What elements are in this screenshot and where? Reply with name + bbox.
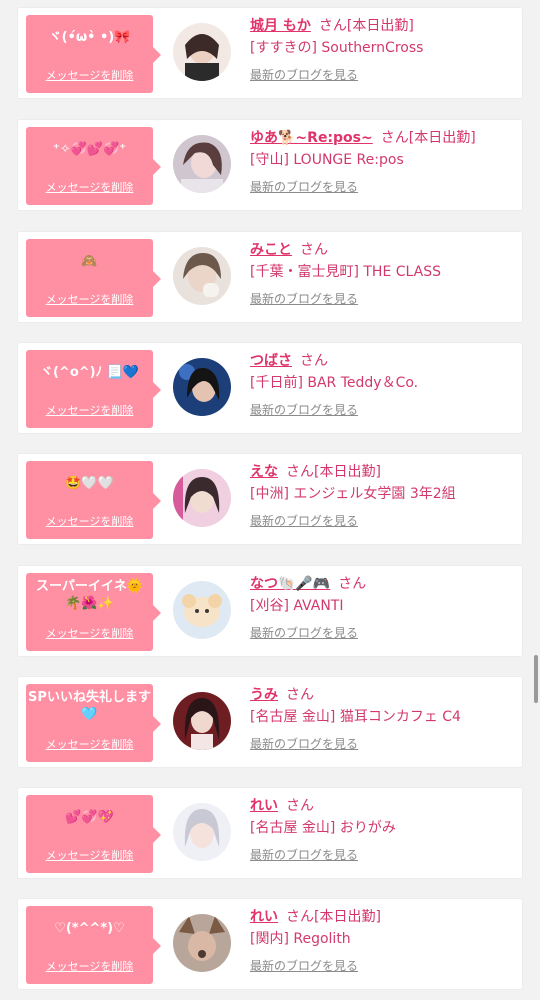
honorific: さん [300, 242, 328, 258]
message-bubble: 🙈 メッセージを削除 [26, 239, 161, 317]
shop-location: [関内] Regolith [250, 931, 351, 947]
cast-name-link[interactable]: つばさ [250, 353, 292, 369]
shop-location: [刈谷] AVANTI [250, 598, 344, 614]
avatar[interactable] [173, 469, 231, 527]
delete-message-link[interactable]: メッセージを削除 [26, 67, 153, 83]
delete-message-link[interactable]: メッセージを削除 [26, 513, 153, 529]
message-bubble: ヾ(•́ω•̀ •)🎀 メッセージを削除 [26, 15, 161, 93]
cast-name-link[interactable]: なつ🐚🎤🎮 [250, 576, 330, 592]
latest-blog-link[interactable]: 最新のブログを見る [250, 845, 514, 865]
list-item: 💕💞💖 メッセージを削除 れい さん [名古屋 金山] おりがみ 最新のブログを見… [18, 788, 522, 878]
list-item: スーパーイイネ🌞🌴🌺✨ メッセージを削除 なつ🐚🎤🎮 さん [刈谷] AVANTI… [18, 566, 522, 656]
message-text: ヾ(•́ω•̀ •)🎀 [48, 30, 131, 45]
honorific: さん [318, 18, 347, 34]
list-item: 🤩🤍🤍 メッセージを削除 えな さん[本日出勤] [中洲] エンジェル女学園 3年… [18, 454, 522, 544]
cast-name-link[interactable]: えな [250, 464, 278, 480]
honorific: さん [300, 353, 328, 369]
avatar[interactable] [173, 914, 231, 972]
list-item: ヾ(•́ω•̀ •)🎀 メッセージを削除 城月 もか さん[本日出勤] [すすきの… [18, 8, 522, 98]
list-item: ⁺✧💞💕💞⁺ メッセージを削除 ゆあ🐕~Re:pos~ さん[本日出勤] [守山]… [18, 120, 522, 210]
status-text: [本日出勤] [314, 464, 381, 480]
latest-blog-link[interactable]: 最新のブログを見る [250, 623, 514, 643]
cast-name-link[interactable]: れい [250, 909, 278, 925]
cast-name-link[interactable]: みこと [250, 242, 292, 258]
cast-name-link[interactable]: 城月 もか [250, 18, 311, 34]
delete-message-link[interactable]: メッセージを削除 [26, 847, 153, 863]
delete-message-link[interactable]: メッセージを削除 [26, 402, 153, 418]
message-text: 🤩🤍🤍 [65, 476, 114, 491]
honorific: さん [338, 576, 367, 592]
list-item: ♡(*^^*)♡ メッセージを削除 れい さん[本日出勤] [関内] Regoli… [18, 899, 522, 989]
delete-message-link[interactable]: メッセージを削除 [26, 291, 153, 307]
message-text: 🙈 [81, 254, 98, 269]
shop-location: [守山] LOUNGE Re:pos [250, 152, 404, 168]
message-text: SPいいね失礼します🩵 [28, 690, 151, 722]
scrollbar[interactable] [534, 655, 538, 703]
cast-name-link[interactable]: ゆあ🐕~Re:pos~ [250, 130, 373, 146]
avatar[interactable] [173, 581, 231, 639]
shop-location: [すすきの] SouthernCross [250, 40, 424, 56]
latest-blog-link[interactable]: 最新のブログを見る [250, 734, 514, 754]
shop-location: [名古屋 金山] おりがみ [250, 820, 396, 836]
message-text: ヾ(^o^)ﾉ 📃💙 [40, 365, 139, 380]
shop-location: [千葉・富士見町] THE CLASS [250, 264, 441, 280]
delete-message-link[interactable]: メッセージを削除 [26, 179, 153, 195]
list-item: ヾ(^o^)ﾉ 📃💙 メッセージを削除 つばさ さん [千日前] BAR Tedd… [18, 343, 522, 433]
latest-blog-link[interactable]: 最新のブログを見る [250, 289, 514, 309]
shop-location: [千日前] BAR Teddy＆Co. [250, 375, 419, 391]
delete-message-link[interactable]: メッセージを削除 [26, 736, 153, 752]
avatar[interactable] [173, 803, 231, 861]
latest-blog-link[interactable]: 最新のブログを見る [250, 511, 514, 531]
message-text: ⁺✧💞💕💞⁺ [52, 142, 127, 157]
honorific: さん [286, 687, 314, 703]
list-item: SPいいね失礼します🩵 メッセージを削除 うみ さん [名古屋 金山] 猫耳コンカ… [18, 677, 522, 767]
cast-name-link[interactable]: うみ [250, 687, 278, 703]
latest-blog-link[interactable]: 最新のブログを見る [250, 956, 514, 976]
delete-message-link[interactable]: メッセージを削除 [26, 958, 153, 974]
message-text: ♡(*^^*)♡ [54, 921, 125, 936]
status-text: [本日出勤] [346, 18, 414, 34]
honorific: さん [286, 909, 314, 925]
message-text: 💕💞💖 [65, 810, 114, 825]
avatar[interactable] [173, 358, 231, 416]
status-text: [本日出勤] [314, 909, 381, 925]
message-text: スーパーイイネ🌞🌴🌺✨ [35, 579, 144, 611]
shop-location: [中洲] エンジェル女学園 3年2組 [250, 486, 456, 502]
delete-message-link[interactable]: メッセージを削除 [26, 625, 153, 641]
latest-blog-link[interactable]: 最新のブログを見る [250, 400, 514, 420]
latest-blog-link[interactable]: 最新のブログを見る [250, 65, 514, 85]
status-text: [本日出勤] [408, 130, 476, 146]
message-bubble: 🤩🤍🤍 メッセージを削除 [26, 461, 161, 539]
message-bubble: スーパーイイネ🌞🌴🌺✨ メッセージを削除 [26, 573, 161, 651]
message-bubble: ♡(*^^*)♡ メッセージを削除 [26, 906, 161, 984]
honorific: さん [286, 798, 314, 814]
list-item: 🙈 メッセージを削除 みこと さん [千葉・富士見町] THE CLASS 最新の… [18, 232, 522, 322]
honorific: さん [380, 130, 409, 146]
avatar[interactable] [173, 135, 231, 193]
message-bubble: SPいいね失礼します🩵 メッセージを削除 [26, 684, 161, 762]
cast-name-link[interactable]: れい [250, 798, 278, 814]
latest-blog-link[interactable]: 最新のブログを見る [250, 177, 514, 197]
message-bubble: ヾ(^o^)ﾉ 📃💙 メッセージを削除 [26, 350, 161, 428]
avatar[interactable] [173, 692, 231, 750]
avatar[interactable] [173, 247, 231, 305]
message-bubble: 💕💞💖 メッセージを削除 [26, 795, 161, 873]
message-bubble: ⁺✧💞💕💞⁺ メッセージを削除 [26, 127, 161, 205]
honorific: さん [286, 464, 314, 480]
avatar[interactable] [173, 23, 231, 81]
shop-location: [名古屋 金山] 猫耳コンカフェ C4 [250, 709, 461, 725]
